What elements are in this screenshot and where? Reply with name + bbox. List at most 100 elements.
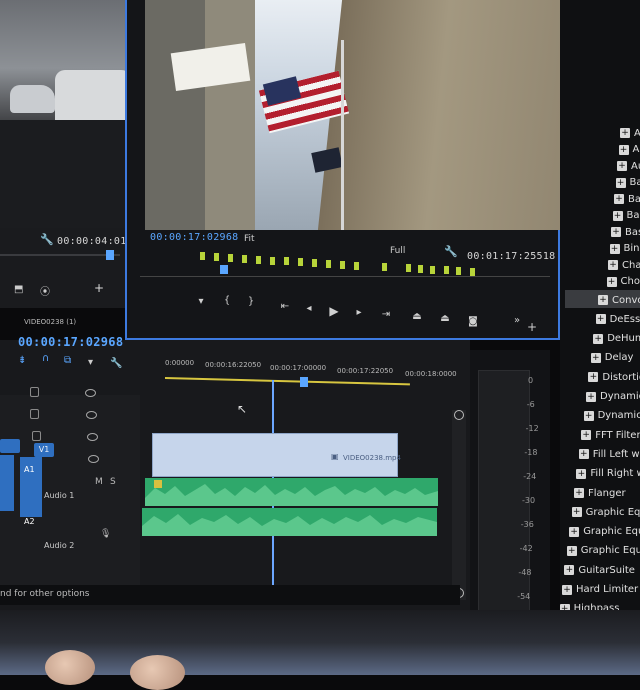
go-to-in-icon[interactable]: ⇤ [280,302,290,312]
expand-icon[interactable]: + [610,244,620,254]
snap-icon[interactable]: ⇟ [18,355,26,366]
expand-icon[interactable]: + [608,260,618,270]
effect-item[interactable]: +DeHum [593,331,640,347]
effect-item[interactable]: +Distortion [588,369,640,385]
effect-item[interactable]: +Hard Limiter [562,582,638,598]
effect-item[interactable]: +FFT Filter [581,427,640,443]
timeline-playhead-handle[interactable] [300,377,308,387]
solo-button[interactable]: S [110,477,116,487]
expand-icon[interactable]: + [581,430,591,440]
add-button-icon[interactable]: + [527,322,537,332]
step-forward-icon[interactable]: ▸ [354,308,364,318]
effect-item[interactable]: +Bas [611,224,640,240]
lock-icon[interactable] [30,409,39,419]
expand-icon[interactable]: + [567,546,577,556]
effect-item[interactable]: +Au [619,142,640,158]
effect-item[interactable]: +Ba [613,208,640,224]
effect-item[interactable]: +A [620,125,640,141]
source-playhead[interactable] [106,250,114,260]
add-button-icon[interactable]: + [94,281,104,295]
effect-item[interactable]: +Ba [614,191,640,207]
marker-add-icon[interactable]: ▾ [88,357,93,368]
effect-item[interactable]: +Dynamics [586,389,640,405]
expand-icon[interactable]: + [586,392,596,402]
step-back-icon[interactable]: ◂ [304,304,314,314]
out-point-icon[interactable]: } [246,297,256,307]
effect-item[interactable]: +Chan [608,257,640,273]
expand-icon[interactable]: + [579,449,589,459]
mic-icon[interactable]: 🎙 [100,529,111,539]
effect-item[interactable]: +Graphic Equali [569,524,640,540]
audio-clip-a2[interactable] [142,508,437,536]
lift-icon[interactable]: ⏏ [412,312,422,322]
expand-icon[interactable]: + [593,334,603,344]
expand-icon[interactable]: + [607,277,617,287]
mute-button[interactable]: M [95,477,103,487]
expand-icon[interactable]: + [611,227,621,237]
effect-item[interactable]: +Au [617,158,640,174]
effect-item[interactable]: +Chor [607,274,640,290]
scroll-handle-top[interactable] [454,410,464,420]
effect-item[interactable]: +Fill Left with [579,446,640,462]
effect-item[interactable]: +Graphic Equali [572,504,640,520]
expand-icon[interactable]: + [562,585,572,595]
effect-item[interactable]: +Dynamics Pr [584,408,640,424]
eye-icon[interactable] [88,455,99,463]
track-target-a1[interactable] [0,455,14,511]
expand-icon[interactable]: + [617,161,627,171]
video-clip[interactable]: VIDEO0238.mp4 ▣ [152,433,398,477]
wrench-icon[interactable]: 🔧 [110,358,122,369]
export-frame-icon[interactable]: ◙ [468,317,478,327]
fit-dropdown[interactable]: Fit [244,234,255,244]
marker-icon[interactable]: ▾ [196,297,206,307]
in-point-icon[interactable]: { [222,296,232,306]
quality-dropdown[interactable]: Full [390,246,405,256]
expand-icon[interactable]: + [613,211,623,221]
expand-icon[interactable]: + [591,353,601,363]
extract-icon[interactable]: ⏏ [440,314,450,324]
link-icon[interactable]: ⧉ [64,355,71,366]
expand-icon[interactable]: + [572,507,582,517]
expand-icon[interactable]: + [584,411,594,421]
magnet-icon[interactable]: ∩ [42,353,49,364]
effect-item[interactable]: +DeEsse [596,311,640,327]
expand-icon[interactable]: + [574,488,584,498]
effect-item[interactable]: +Ba [616,175,640,191]
track-source-v1[interactable]: V1 [34,443,54,457]
effect-item[interactable]: +Convolu [598,292,640,308]
expand-icon[interactable]: + [569,527,579,537]
effect-item[interactable]: +Graphic Equal [567,543,640,559]
eye-icon[interactable] [86,411,97,419]
wrench-icon[interactable]: 🔧 [444,245,458,258]
overflow-icon[interactable]: » [512,316,522,326]
program-scrubber[interactable] [140,262,550,282]
timeline-ruler[interactable]: 0:00000 00:00:16:22050 00:00:17:00000 00… [165,355,465,395]
sequence-tab[interactable]: VIDEO0238 (1) [24,318,76,326]
expand-icon[interactable]: + [619,145,629,155]
effect-item[interactable]: +Flanger [574,485,626,501]
timeline-scrollbar[interactable] [452,410,466,600]
source-scrubber[interactable] [0,254,120,256]
insert-icon[interactable]: ⬒ [14,284,23,295]
go-to-out-icon[interactable]: ⇥ [381,310,391,320]
effect-item[interactable]: +Delay [591,350,634,366]
expand-icon[interactable]: + [614,194,624,204]
program-playhead[interactable] [220,265,228,274]
expand-icon[interactable]: + [576,469,586,479]
work-area-bar[interactable] [165,377,410,385]
eye-icon[interactable] [87,433,98,441]
expand-icon[interactable]: + [596,314,606,324]
effect-item[interactable]: +Fill Right with [576,466,640,482]
effect-item[interactable]: +GuitarSuite [564,562,635,578]
wrench-icon[interactable]: 🔧 [40,233,54,246]
effect-item[interactable]: +Bino [610,241,640,257]
audio-clip-a1[interactable] [145,478,438,506]
camera-icon[interactable]: ⦿ [40,283,50,298]
play-icon[interactable]: ▶ [329,306,339,316]
lock-icon[interactable] [32,431,41,441]
lock-icon[interactable] [30,387,39,397]
expand-icon[interactable]: + [616,178,626,188]
expand-icon[interactable]: + [620,128,630,138]
expand-icon[interactable]: + [588,372,598,382]
eye-icon[interactable] [85,389,96,397]
